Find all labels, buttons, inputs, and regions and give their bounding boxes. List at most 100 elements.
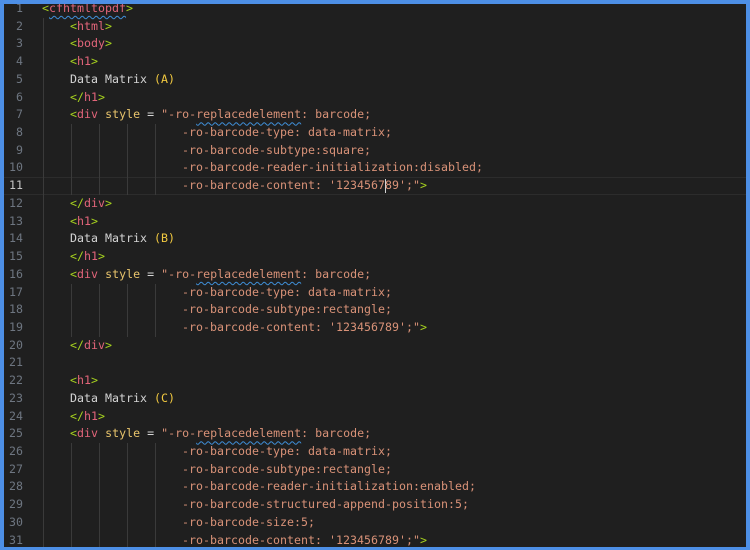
line-number: 7 [16, 107, 23, 122]
code-line[interactable]: 26 -ro-barcode-type: data-matrix; [0, 442, 750, 461]
code-token: </ [70, 249, 85, 264]
code-editor-window: 1 <cfhtmltopdf> 2 <html> 3 <body> 4 <h1> 5 Da… [0, 0, 750, 550]
code-token: > [98, 408, 106, 423]
code-line[interactable]: 5 Data Matrix (A) [0, 70, 750, 89]
code-token: > [126, 1, 134, 15]
line-number: 4 [16, 54, 23, 69]
code-line[interactable]: 21 [0, 354, 750, 373]
line-number: 8 [16, 125, 23, 140]
code-token: < [42, 1, 50, 15]
line-number: 28 [9, 479, 23, 494]
code-token: > [105, 337, 113, 352]
code-editor[interactable]: 1 <cfhtmltopdf> 2 <html> 3 <body> 4 <h1> 5 Da… [0, 0, 750, 550]
warning-squiggle-token: cfhtmltopdf [49, 1, 127, 15]
code-token: div [84, 195, 106, 210]
code-token: -ro-barcode-type: data-matrix; [182, 284, 393, 299]
code-line[interactable]: 11 -ro-barcode-content: '123456789';"> [0, 177, 750, 195]
line-number: 10 [9, 160, 23, 175]
code-line[interactable]: 8 -ro-barcode-type: data-matrix; [0, 124, 750, 142]
line-number: 23 [9, 390, 23, 405]
code-line[interactable]: 1 <cfhtmltopdf> [0, 0, 750, 18]
line-number: 2 [16, 18, 23, 33]
code-line[interactable]: 29 -ro-barcode-structured-append-positio… [0, 496, 750, 514]
code-token: -ro-barcode-subtype:rectangle; [182, 461, 393, 476]
code-token: -ro-barcode-size:5; [182, 514, 316, 529]
code-token: > [98, 249, 106, 264]
code-line[interactable]: 22 <h1> [0, 372, 750, 390]
code-token: < [70, 107, 78, 122]
warning-squiggle-token: replacedelement [196, 266, 302, 281]
line-text: <h1> [42, 53, 98, 71]
code-token: > [105, 18, 113, 33]
code-line[interactable]: 18 -ro-barcode-subtype:rectangle; [0, 301, 750, 319]
line-number: 21 [9, 355, 23, 370]
code-token: -ro-barcode-type: data-matrix; [182, 443, 393, 458]
line-text: <div style = "-ro-replacedelement: barco… [42, 106, 371, 124]
code-line[interactable]: 3 <body> [0, 35, 750, 54]
line-text [42, 354, 70, 372]
code-line[interactable]: 14 Data Matrix (B) [0, 230, 750, 249]
code-token: (A) [154, 71, 176, 86]
code-line[interactable]: 17 -ro-barcode-type: data-matrix; [0, 283, 750, 302]
line-text: -ro-barcode-content: '123456789';"> [42, 177, 427, 195]
code-line[interactable]: 16 <div style = "-ro-replacedelement: ba… [0, 265, 750, 284]
code-token: : barcode; [301, 107, 372, 122]
code-token: < [70, 18, 78, 33]
code-line[interactable]: 10 -ro-barcode-reader-initialization:dis… [0, 159, 750, 178]
code-token: h1 [77, 54, 92, 69]
code-line[interactable]: 12 </div> [0, 194, 750, 213]
code-token: = [140, 426, 162, 441]
code-line[interactable]: 27 -ro-barcode-subtype:rectangle; [0, 460, 750, 479]
code-token: "-ro- [161, 266, 197, 281]
code-token: -ro-barcode-subtype:rectangle; [182, 302, 393, 317]
line-text: <html> [42, 18, 112, 36]
code-line[interactable]: 28 -ro-barcode-reader-initialization:ena… [0, 478, 750, 497]
line-number: 3 [16, 36, 23, 51]
code-token: h1 [84, 249, 99, 264]
line-number: 18 [9, 302, 23, 317]
line-number: 29 [9, 497, 23, 512]
code-line[interactable]: 30 -ro-barcode-size:5; [0, 513, 750, 532]
code-line[interactable]: 25 <div style = "-ro-replacedelement: ba… [0, 425, 750, 443]
line-number: 20 [9, 337, 23, 352]
code-line[interactable]: 19 -ro-barcode-content: '123456789';"> [0, 318, 750, 337]
code-line[interactable]: 9 -ro-barcode-subtype:square; [0, 141, 750, 160]
code-token: div [84, 337, 106, 352]
code-token: > [105, 36, 113, 51]
code-token: style [105, 266, 141, 281]
line-text: -ro-barcode-type: data-matrix; [42, 284, 392, 302]
code-line[interactable]: 20 </div> [0, 336, 750, 355]
line-text: <body> [42, 35, 112, 53]
code-token: body [77, 36, 106, 51]
code-token: div [77, 266, 99, 281]
code-line[interactable]: 4 <h1> [0, 53, 750, 71]
code-line[interactable]: 6 </h1> [0, 88, 750, 107]
code-token: < [70, 36, 78, 51]
line-text: -ro-barcode-content: '123456789';"> [42, 532, 427, 550]
code-token: -ro-barcode-content: '123456789';" [182, 319, 421, 334]
code-token: </ [70, 408, 85, 423]
code-token: > [91, 213, 99, 228]
code-line[interactable]: 2 <html> [0, 17, 750, 36]
code-token: -ro-barcode-structured-append-position:5… [182, 497, 470, 512]
code-line[interactable]: 15 </h1> [0, 248, 750, 266]
code-token: h1 [84, 408, 99, 423]
code-line[interactable]: 31 -ro-barcode-content: '123456789';"> [0, 531, 750, 550]
line-text: -ro-barcode-size:5; [42, 514, 315, 532]
code-line[interactable]: 7 <div style = "-ro-replacedelement: bar… [0, 106, 750, 125]
code-line[interactable]: 23 Data Matrix (C) [0, 389, 750, 408]
code-line[interactable]: 13 <h1> [0, 212, 750, 231]
code-line[interactable]: 24 </h1> [0, 407, 750, 426]
line-text: </div> [42, 337, 112, 355]
